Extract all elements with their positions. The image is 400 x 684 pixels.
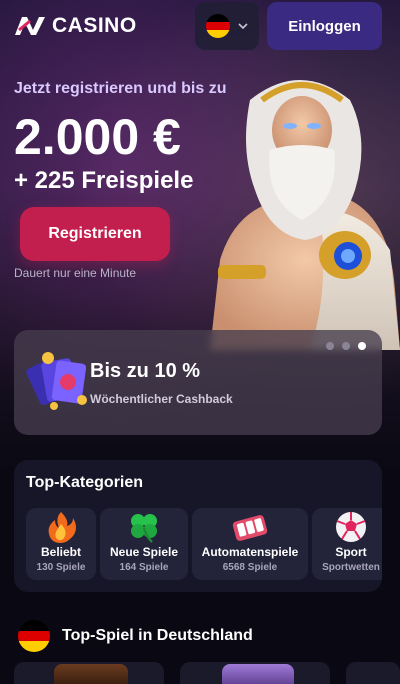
category-sport[interactable]: Sport Sportwetten	[312, 508, 382, 580]
logo-mark-icon	[15, 17, 45, 35]
login-button[interactable]: Einloggen	[267, 2, 382, 50]
category-name: Neue Spiele	[109, 545, 179, 559]
flame-icon	[48, 512, 76, 543]
category-name: Sport	[335, 545, 367, 559]
cashback-title: Bis zu 10 %	[90, 360, 201, 382]
register-note: Dauert nur eine Minute	[14, 266, 137, 280]
category-count: 6568 Spiele	[222, 562, 278, 573]
logo-text: CASINO	[52, 14, 137, 37]
germany-flag-icon	[18, 620, 50, 652]
top-game-title: Top-Spiel in Deutschland	[62, 627, 253, 644]
promo-subtitle: Jetzt registrieren und bis zu	[14, 80, 227, 97]
germany-flag-icon	[206, 14, 230, 38]
promo-amount: 2.000 €	[14, 109, 181, 165]
promo-spins: + 225 Freispiele	[14, 167, 194, 194]
category-count: Sportwetten	[322, 562, 380, 573]
cashback-subtitle: Wöchentlicher Cashback	[90, 392, 233, 406]
category-name: Beliebt	[40, 545, 81, 559]
game-thumbnail[interactable]	[14, 662, 164, 684]
top-header: CASINO Einloggen	[0, 0, 400, 56]
soccer-ball-icon	[336, 512, 366, 542]
zeus-illustration	[210, 80, 400, 350]
category-neue-spiele[interactable]: Neue Spiele 164 Spiele	[100, 508, 188, 580]
language-selector[interactable]	[195, 2, 259, 50]
category-beliebt[interactable]: Beliebt 130 Spiele	[26, 508, 96, 580]
brand-logo[interactable]: CASINO	[14, 14, 137, 38]
chevron-down-icon	[238, 23, 248, 29]
cashback-card[interactable]: Bis zu 10 % Wöchentlicher Cashback	[14, 330, 382, 435]
top-categories-panel: Top-Kategorien Beliebt 130 Spiele Neue S…	[14, 460, 382, 592]
category-automatenspiele[interactable]: Automatenspiele 6568 Spiele	[192, 508, 308, 580]
category-count: 130 Spiele	[36, 562, 86, 573]
cards-coins-icon	[26, 352, 87, 410]
register-button[interactable]: Registrieren	[20, 207, 170, 261]
carousel-dots	[326, 342, 366, 350]
carousel-dot[interactable]	[326, 342, 334, 350]
top-game-header: Top-Spiel in Deutschland	[18, 620, 253, 652]
category-count: 164 Spiele	[119, 562, 169, 573]
carousel-dot-active[interactable]	[358, 342, 366, 350]
game-thumbnail[interactable]	[180, 662, 330, 684]
categories-row[interactable]: Beliebt 130 Spiele Neue Spiele 164 Spiel…	[26, 508, 382, 580]
slot-reels-icon	[232, 515, 268, 541]
clover-icon	[131, 514, 157, 543]
categories-title: Top-Kategorien	[26, 474, 144, 491]
category-name: Automatenspiele	[201, 545, 299, 559]
game-thumbnail[interactable]	[346, 662, 400, 684]
carousel-dot[interactable]	[342, 342, 350, 350]
